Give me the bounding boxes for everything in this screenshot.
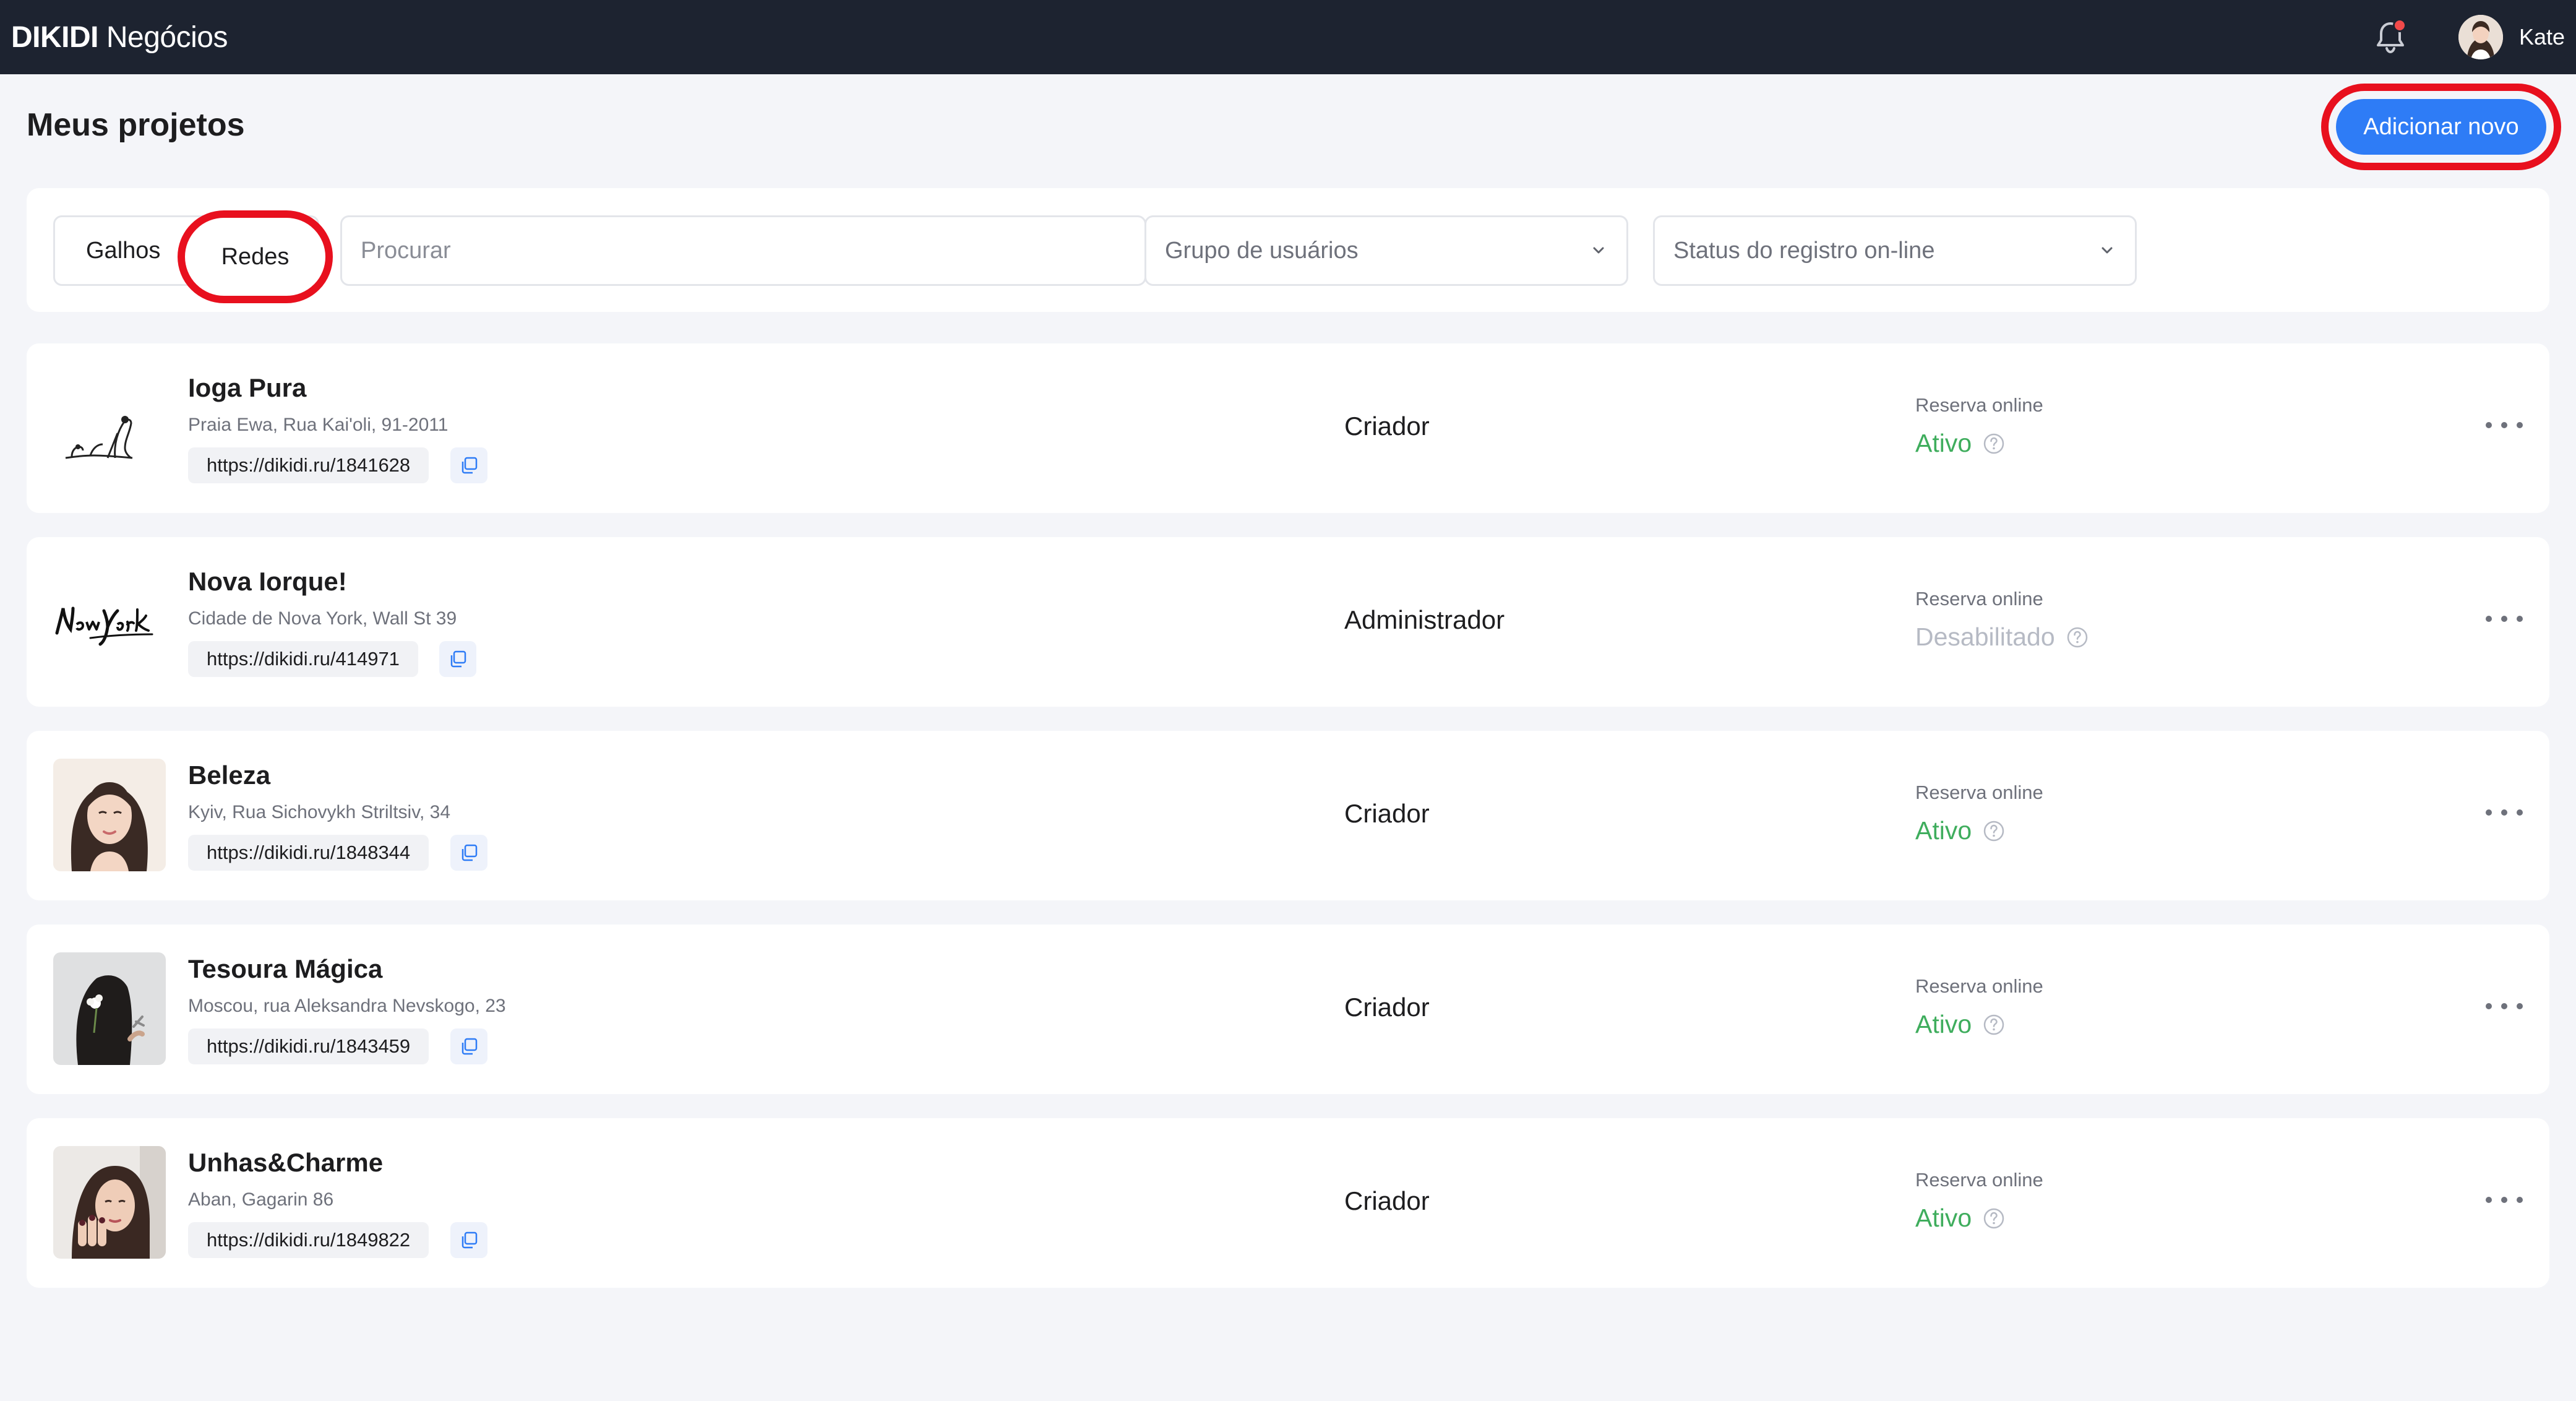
project-role: Administrador [1344,605,1505,634]
online-status-select[interactable]: Status do registro on-line [1653,215,2137,286]
online-booking-label: Reserva online [1915,394,2043,416]
add-new-button[interactable]: Adicionar novo [2336,99,2546,155]
online-booking-label: Reserva online [1915,1169,2043,1191]
project-row[interactable]: Ioga Pura Praia Ewa, Rua Kai'oli, 91-201… [27,343,2549,513]
project-link[interactable]: https://dikidi.ru/1843459 [188,1028,429,1064]
project-link[interactable]: https://dikidi.ru/1841628 [188,447,429,483]
help-icon[interactable] [1983,1014,2005,1036]
project-photo [53,1146,166,1259]
project-link[interactable]: https://dikidi.ru/1849822 [188,1222,429,1258]
project-photo [53,759,166,871]
project-logo [53,371,166,484]
copy-link-icon[interactable] [439,641,476,677]
user-group-select-label: Grupo de usuários [1165,237,1359,264]
online-booking-label: Reserva online [1915,782,2043,803]
notification-dot [2392,19,2406,32]
online-booking-status: Ativo [1915,429,2005,458]
brand-suffix: Negócios [106,20,228,54]
page-title: Meus projetos [27,107,245,143]
copy-link-icon[interactable] [450,1222,487,1258]
chevron-down-icon [2102,247,2113,254]
tab-networks-label: Redes [221,243,290,270]
project-name[interactable]: Tesoura Mágica [188,954,382,984]
project-row[interactable]: Unhas&Charme Aban, Gagarin 86 https://di… [27,1118,2549,1288]
user-name[interactable]: Kate [2519,24,2565,50]
online-booking-label: Reserva online [1915,588,2043,610]
project-address: Kyiv, Rua Sichovykh Striltsiv, 34 [188,802,451,822]
chevron-down-icon [1593,247,1604,254]
tab-branches[interactable]: Galhos [86,217,160,284]
help-icon[interactable] [2066,626,2089,649]
help-icon[interactable] [1983,433,2005,455]
top-bar: DIKIDI Negócios Kate [0,0,2576,74]
search-input[interactable] [340,215,1146,286]
online-booking-status-text: Desabilitado [1915,623,2055,651]
filter-bar: Galhos Grupo de usuários Status do regis… [27,188,2549,312]
project-role: Criador [1344,412,1430,441]
project-row[interactable]: Beleza Kyiv, Rua Sichovykh Striltsiv, 34… [27,731,2549,900]
project-logo [53,565,166,678]
help-icon[interactable] [1983,1207,2005,1230]
more-options-icon[interactable] [2486,606,2523,631]
project-link[interactable]: https://dikidi.ru/1848344 [188,835,429,871]
project-row[interactable]: Tesoura Mágica Moscou, rua Aleksandra Ne… [27,925,2549,1094]
tab-networks[interactable]: Redes [178,210,333,303]
online-booking-status-text: Ativo [1915,1010,1972,1038]
online-booking-status: Ativo [1915,1204,2005,1233]
project-link[interactable]: https://dikidi.ru/414971 [188,641,418,677]
online-status-select-label: Status do registro on-line [1673,237,1935,264]
brand-logo[interactable]: DIKIDI Negócios [11,20,228,54]
project-name[interactable]: Unhas&Charme [188,1148,383,1178]
more-options-icon[interactable] [2486,413,2523,438]
online-booking-status-text: Ativo [1915,1204,1972,1232]
copy-link-icon[interactable] [450,447,487,483]
project-name[interactable]: Beleza [188,761,270,790]
project-address: Aban, Gagarin 86 [188,1189,334,1210]
project-address: Praia Ewa, Rua Kai'oli, 91-2011 [188,415,449,435]
user-group-select[interactable]: Grupo de usuários [1144,215,1628,286]
copy-link-icon[interactable] [450,1028,487,1064]
project-name[interactable]: Nova Iorque! [188,567,347,597]
online-booking-status-text: Ativo [1915,429,1972,457]
project-role: Criador [1344,993,1430,1022]
user-avatar[interactable] [2458,15,2503,59]
help-icon[interactable] [1983,820,2005,842]
online-booking-status: Desabilitado [1915,623,2089,652]
project-name[interactable]: Ioga Pura [188,373,306,403]
online-booking-status: Ativo [1915,1010,2005,1039]
more-options-icon[interactable] [2486,800,2523,825]
more-options-icon[interactable] [2486,1188,2523,1212]
project-photo [53,952,166,1065]
more-options-icon[interactable] [2486,994,2523,1019]
user-area: Kate [2371,0,2565,74]
project-role: Criador [1344,799,1430,828]
project-row[interactable]: Nova Iorque! Cidade de Nova York, Wall S… [27,537,2549,707]
copy-link-icon[interactable] [450,835,487,871]
project-address: Cidade de Nova York, Wall St 39 [188,608,457,629]
project-address: Moscou, rua Aleksandra Nevskogo, 23 [188,996,506,1016]
add-new-highlight: Adicionar novo [2321,84,2561,170]
notifications-bell-icon[interactable] [2371,17,2410,57]
online-booking-label: Reserva online [1915,975,2043,997]
project-role: Criador [1344,1186,1430,1215]
brand-name: DIKIDI [11,20,99,54]
online-booking-status-text: Ativo [1915,816,1972,845]
online-booking-status: Ativo [1915,816,2005,845]
